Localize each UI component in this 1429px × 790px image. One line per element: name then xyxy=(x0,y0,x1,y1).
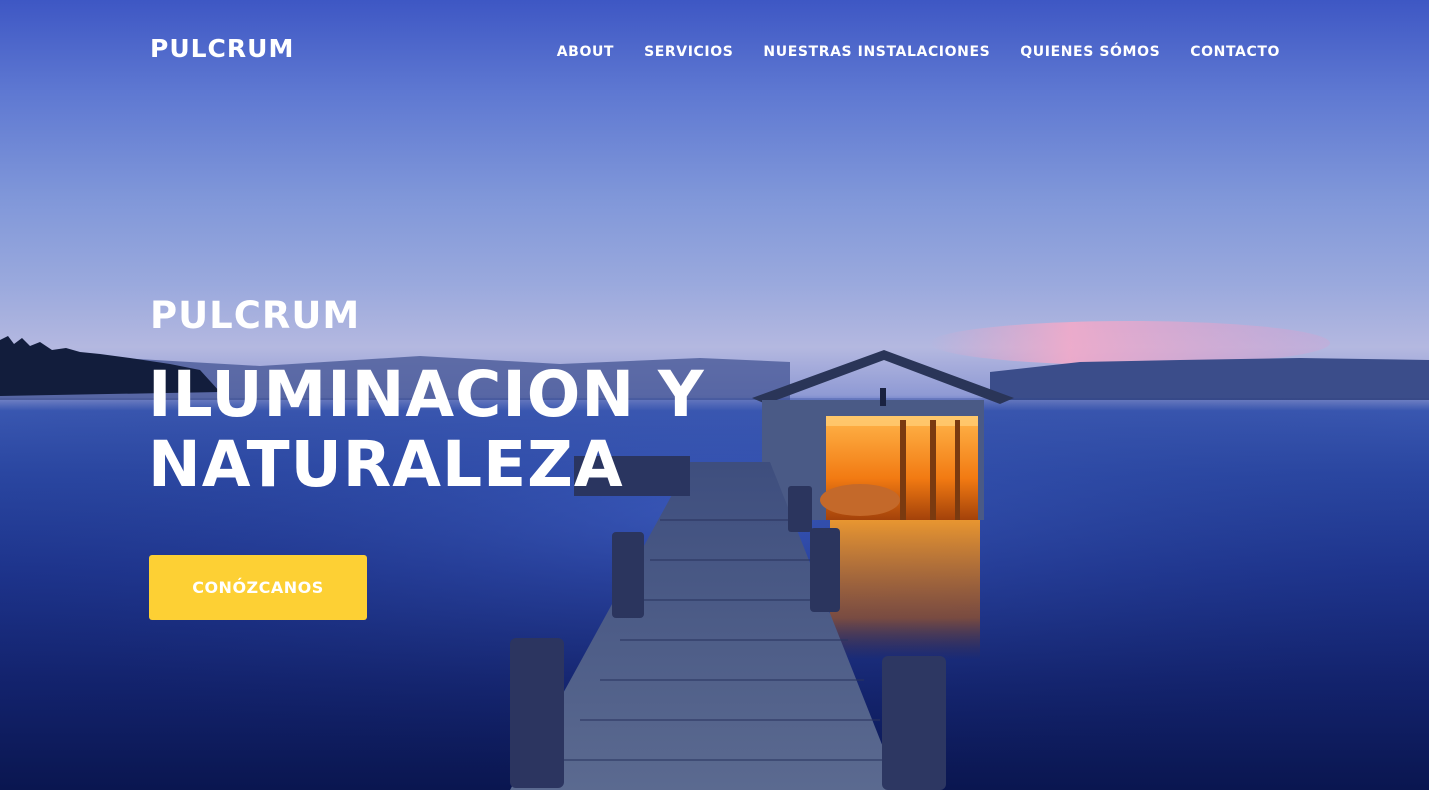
conozcanos-button[interactable]: CONÓZCANOS xyxy=(149,555,367,620)
nav-link-servicios[interactable]: SERVICIOS xyxy=(644,44,733,60)
brand-logo[interactable]: PULCRUM xyxy=(150,34,294,63)
hero-section: PULCRUM ABOUT SERVICIOS NUESTRAS INSTALA… xyxy=(0,0,1429,790)
nav-item-quienes-somos: QUIENES SÓMOS xyxy=(1020,41,1160,60)
nav-link-contacto[interactable]: CONTACTO xyxy=(1190,44,1280,60)
nav-link-instalaciones[interactable]: NUESTRAS INSTALACIONES xyxy=(763,44,990,60)
nav-item-servicios: SERVICIOS xyxy=(644,41,733,60)
nav-link-quienes-somos[interactable]: QUIENES SÓMOS xyxy=(1020,44,1160,60)
hero-title: ILUMINACION Y NATURALEZA xyxy=(148,358,705,501)
nav-item-instalaciones: NUESTRAS INSTALACIONES xyxy=(763,41,990,60)
hero-subtitle: PULCRUM xyxy=(150,294,361,337)
nav-link-about[interactable]: ABOUT xyxy=(557,44,614,60)
nav-item-contacto: CONTACTO xyxy=(1190,41,1280,60)
nav-item-about: ABOUT xyxy=(557,41,614,60)
main-nav: ABOUT SERVICIOS NUESTRAS INSTALACIONES Q… xyxy=(557,41,1280,60)
navbar: PULCRUM ABOUT SERVICIOS NUESTRAS INSTALA… xyxy=(0,0,1429,100)
